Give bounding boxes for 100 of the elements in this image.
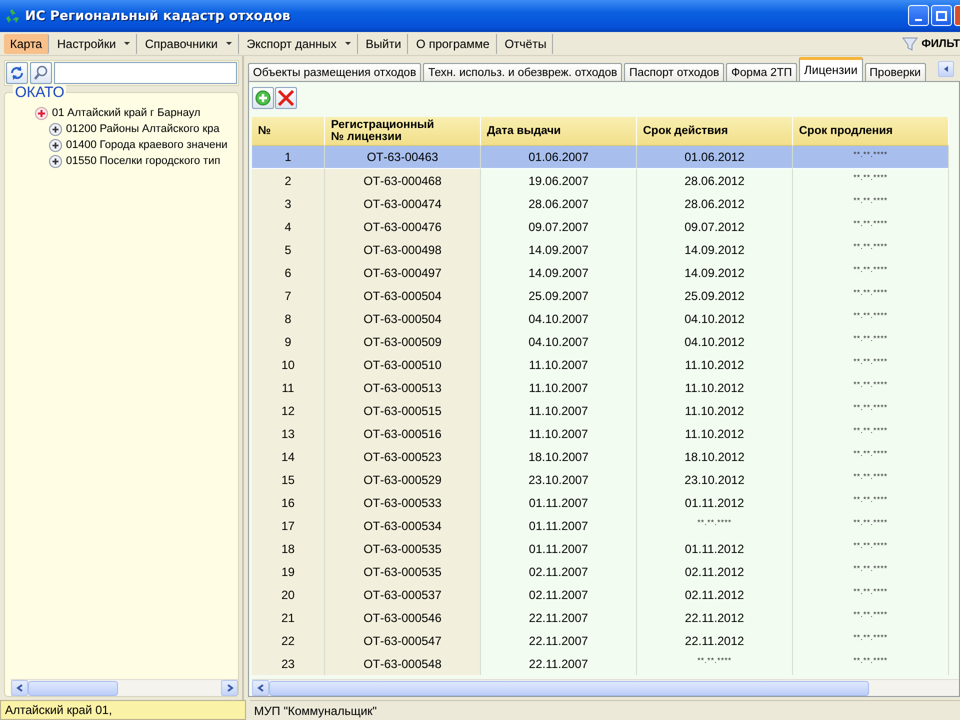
chevron-left-icon (256, 683, 264, 693)
table-cell: 13 (252, 422, 325, 445)
table-cell: ОТ-63-000529 (325, 468, 481, 491)
table-cell: ОТ-63-000547 (325, 629, 481, 652)
table-cell: 22 (252, 629, 325, 652)
table-cell: 21 (252, 606, 325, 629)
tab[interactable]: Проверки (864, 63, 926, 81)
tab[interactable]: Лицензии (799, 57, 863, 81)
table-cell: ОТ-63-00463 (325, 146, 481, 169)
search-field[interactable] (54, 62, 237, 84)
tree-item[interactable]: 01550 Поселки городского тип (66, 155, 220, 167)
scroll-right-button[interactable] (221, 680, 238, 696)
table-cell: ОТ-63-000509 (325, 330, 481, 353)
close-icon (277, 89, 295, 107)
tree-item[interactable]: 01200 Районы Алтайского кра (66, 123, 220, 135)
column-header[interactable]: Дата выдачи (481, 117, 637, 146)
column-header[interactable]: Срок продления (793, 117, 949, 146)
tree-item[interactable]: 01 Алтайский край г Барнаул (52, 107, 200, 119)
table-cell: ОТ-63-000548 (325, 652, 481, 675)
search-button[interactable] (30, 62, 52, 84)
table-cell: 6 (252, 261, 325, 284)
table-cell: ОТ-63-000523 (325, 445, 481, 468)
menu-item[interactable]: Справочники (138, 34, 239, 54)
chevron-left-icon (942, 65, 949, 73)
search-icon (33, 65, 49, 81)
minimize-button[interactable] (908, 5, 929, 26)
status-text: Алтайский край 01, (0, 700, 246, 720)
tab[interactable]: Объекты размещения отходов (248, 63, 422, 81)
horizontal-scrollbar[interactable] (11, 679, 238, 696)
table-cell: 20 (252, 583, 325, 606)
tabs-scroll-button[interactable] (938, 61, 954, 77)
table-cell: 9 (252, 330, 325, 353)
delete-button[interactable] (275, 87, 297, 109)
recycle-icon (4, 8, 20, 24)
table-cell: 3 (252, 192, 325, 215)
table-cell: 11 (252, 376, 325, 399)
menu-item[interactable]: Экспорт данных (240, 34, 358, 54)
table-cell: ОТ-63-000504 (325, 284, 481, 307)
table-cell: **.**.**** (793, 146, 949, 169)
table-cell: 1 (252, 146, 325, 169)
refresh-icon (9, 65, 25, 81)
table-cell: 12 (252, 399, 325, 422)
table-cell: ОТ-63-000516 (325, 422, 481, 445)
table-cell: 8 (252, 307, 325, 330)
close-button[interactable] (954, 5, 960, 26)
table-cell: ОТ-63-000537 (325, 583, 481, 606)
maximize-button[interactable] (931, 5, 952, 26)
column-header[interactable]: № (252, 117, 325, 146)
scroll-left-button[interactable] (11, 680, 28, 696)
menu-item[interactable]: О программе (410, 34, 497, 54)
table-cell: 7 (252, 284, 325, 307)
table-cell: 17 (252, 514, 325, 537)
scrollbar-thumb[interactable] (28, 680, 118, 696)
add-button[interactable] (252, 87, 274, 109)
table-cell: 01.06.2012 (637, 146, 793, 169)
table-cell: ОТ-63-000476 (325, 215, 481, 238)
expand-icon[interactable] (49, 122, 62, 136)
menu-item[interactable]: Настройки (51, 34, 137, 54)
table-cell: 2 (252, 169, 325, 192)
table-cell: ОТ-63-000535 (325, 560, 481, 583)
table-cell: 23 (252, 652, 325, 675)
table-cell: ОТ-63-000504 (325, 307, 481, 330)
chevron-left-icon (16, 683, 24, 693)
tab[interactable]: Форма 2ТП (726, 63, 797, 81)
table-cell: ОТ-63-000533 (325, 491, 481, 514)
table-cell: 10 (252, 353, 325, 376)
funnel-icon (902, 36, 918, 52)
table-cell: ОТ-63-000513 (325, 376, 481, 399)
menu-item[interactable]: Выйти (360, 34, 408, 54)
table-cell: 01.06.2007 (481, 146, 637, 169)
horizontal-scrollbar[interactable] (252, 679, 959, 696)
tree-item[interactable]: 01400 Города краевого значени (66, 139, 228, 151)
column-header[interactable]: Регистрационный № лицензии (325, 117, 481, 146)
column-header[interactable]: Срок действия (637, 117, 793, 146)
status-text: МУП "Коммунальщик" (250, 700, 960, 720)
chevron-right-icon (226, 683, 234, 693)
expand-icon[interactable] (49, 154, 62, 168)
tab[interactable]: Техн. использ. и обезвреж. отходов (423, 63, 622, 81)
table-cell: 16 (252, 491, 325, 514)
refresh-button[interactable] (6, 62, 28, 84)
filter-button[interactable]: ФИЛЬТ (902, 36, 960, 52)
scrollbar-thumb[interactable] (269, 680, 869, 696)
plus-icon (255, 90, 271, 106)
table-cell: ОТ-63-000498 (325, 238, 481, 261)
table-cell: ОТ-63-000474 (325, 192, 481, 215)
tab[interactable]: Паспорт отходов (624, 63, 724, 81)
table-cell: 5 (252, 238, 325, 261)
minimize-icon (915, 19, 922, 21)
scroll-left-button[interactable] (252, 680, 269, 696)
expand-icon[interactable] (49, 138, 62, 152)
menu-item[interactable]: Отчёты (498, 34, 554, 54)
menu-item[interactable]: Карта (4, 34, 50, 54)
table-cell: ОТ-63-000510 (325, 353, 481, 376)
table-cell: ОТ-63-000497 (325, 261, 481, 284)
window-title: ИС Региональный кадастр отходов (25, 8, 292, 24)
table-cell: ОТ-63-000515 (325, 399, 481, 422)
table-cell: 15 (252, 468, 325, 491)
maximize-icon (936, 10, 947, 20)
table-cell: ОТ-63-000468 (325, 169, 481, 192)
table-cell: 19 (252, 560, 325, 583)
